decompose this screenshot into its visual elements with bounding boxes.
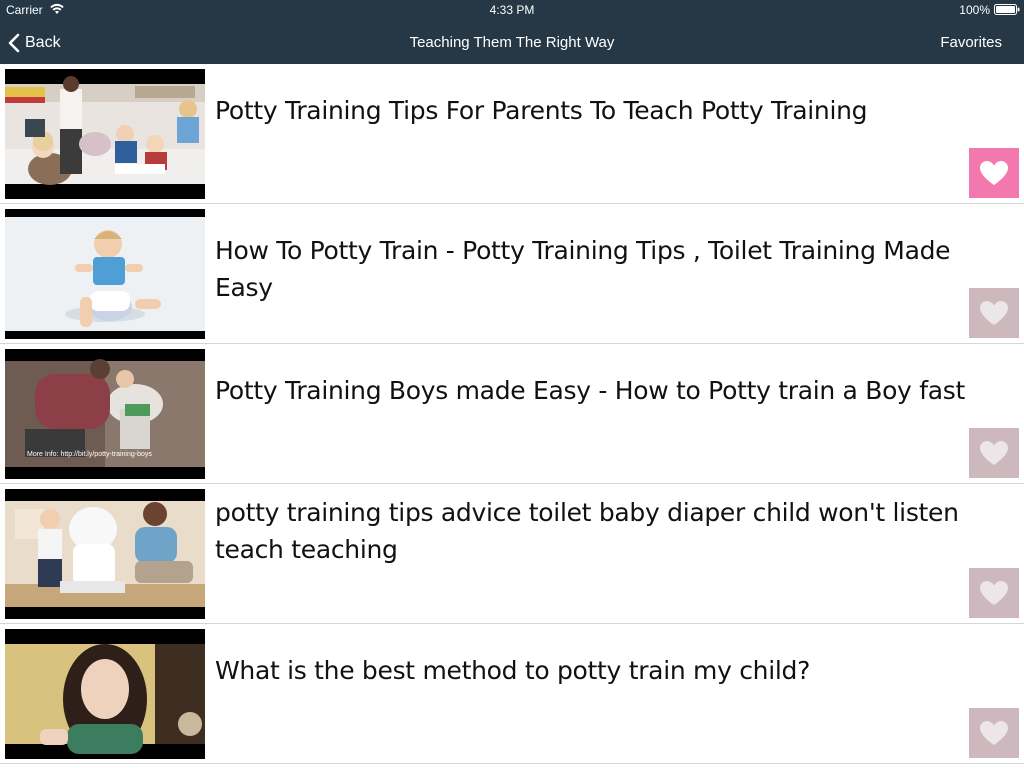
clock: 4:33 PM [489, 3, 535, 17]
video-thumbnail[interactable]: More Info: http://bit.ly/potty-training-… [5, 349, 205, 479]
video-list: Potty Training Tips For Parents To Teach… [0, 64, 1024, 768]
video-title: potty training tips advice toilet baby d… [215, 498, 959, 564]
favorite-button[interactable] [969, 568, 1019, 618]
video-title: Potty Training Boys made Easy - How to P… [215, 376, 965, 405]
video-row[interactable]: More Info: http://bit.ly/potty-training-… [0, 344, 1024, 484]
favorite-button[interactable] [969, 428, 1019, 478]
navigation-bar: Back Teaching Them The Right Way Favorit… [0, 22, 1024, 64]
video-thumbnail[interactable] [5, 629, 205, 759]
thumbnail-image-children-classroom [5, 69, 205, 199]
thumbnail-caption: More Info: http://bit.ly/potty-training-… [27, 451, 152, 458]
heart-icon [980, 721, 1008, 745]
video-title: What is the best method to potty train m… [215, 656, 811, 685]
app-window: Carrier 4:33 PM 100% Back Teaching Them … [0, 0, 1024, 768]
battery-icon [994, 4, 1020, 15]
thumbnail-image-toddler-potty [5, 209, 205, 339]
thumbnail-image-mother-child-toilet [5, 489, 205, 619]
video-row[interactable]: Potty Training Tips For Parents To Teach… [0, 64, 1024, 204]
video-title: Potty Training Tips For Parents To Teach… [215, 96, 868, 125]
favorites-button[interactable]: Favorites [940, 34, 1002, 51]
heart-icon [980, 161, 1008, 185]
page-title: Teaching Them The Right Way [409, 34, 615, 51]
thumbnail-image-parent-and-boy-at-toilet [5, 349, 205, 479]
thumbnail-image-woman-speaking [5, 629, 205, 759]
favorite-button[interactable] [969, 708, 1019, 758]
top-bar: Carrier 4:33 PM 100% Back Teaching Them … [0, 0, 1024, 64]
video-thumbnail[interactable] [5, 209, 205, 339]
heart-icon [980, 581, 1008, 605]
video-row[interactable]: How To Potty Train - Potty Training Tips… [0, 204, 1024, 344]
video-title: How To Potty Train - Potty Training Tips… [215, 236, 951, 302]
status-bar: Carrier 4:33 PM 100% [0, 0, 1024, 20]
video-row[interactable]: What is the best method to potty train m… [0, 624, 1024, 764]
video-thumbnail[interactable] [5, 489, 205, 619]
favorite-button[interactable] [969, 288, 1019, 338]
video-thumbnail[interactable] [5, 69, 205, 199]
favorite-button[interactable] [969, 148, 1019, 198]
heart-icon [980, 441, 1008, 465]
video-row[interactable]: potty training tips advice toilet baby d… [0, 484, 1024, 624]
battery-percentage: 100% [959, 3, 990, 17]
heart-icon [980, 301, 1008, 325]
